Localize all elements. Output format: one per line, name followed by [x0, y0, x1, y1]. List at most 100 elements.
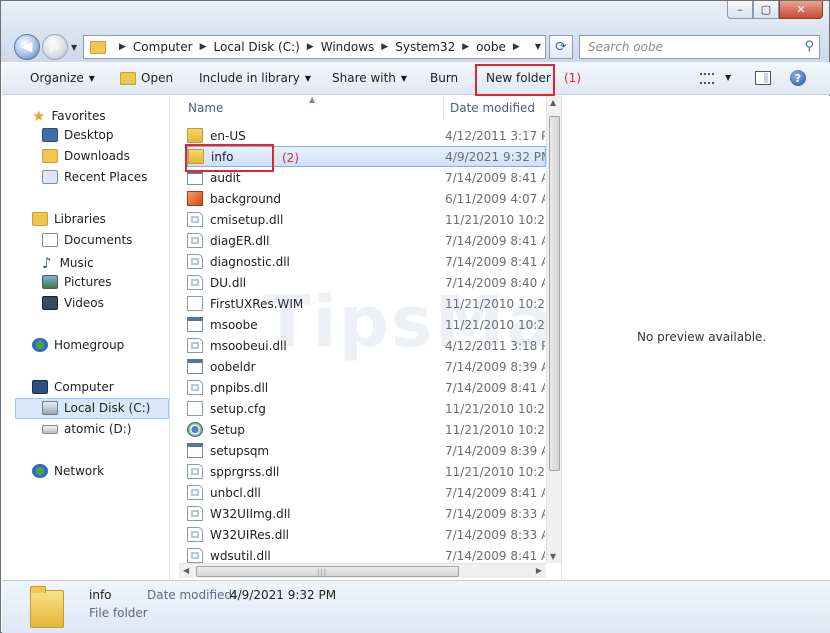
file-row[interactable]: W32UIRes.dll 7/14/2009 8:33 AM — [187, 524, 546, 545]
maximize-button[interactable]: ▢ — [753, 1, 779, 19]
file-row[interactable]: FirstUXRes.WIM 11/21/2010 10:26 — [187, 293, 546, 314]
organize-button[interactable]: Organize ▼ — [30, 71, 95, 85]
file-row[interactable]: cmisetup.dll 11/21/2010 10:24 — [187, 209, 546, 230]
file-name: setup.cfg — [210, 401, 266, 416]
file-date-modified: 11/21/2010 10:24 — [445, 401, 545, 416]
help-icon[interactable]: ? — [790, 70, 806, 86]
scroll-left-icon[interactable]: ◀ — [183, 566, 189, 575]
open-button[interactable]: Open — [120, 71, 173, 85]
nav-item-desktop[interactable]: Desktop — [42, 128, 114, 142]
file-row[interactable]: W32UIImg.dll 7/14/2009 8:33 AM — [187, 503, 546, 524]
file-row[interactable]: en-US 4/12/2011 3:17 PM — [187, 125, 546, 146]
file-row[interactable]: unbcl.dll 7/14/2009 8:41 AM — [187, 482, 546, 503]
column-divider[interactable] — [443, 96, 444, 118]
breadcrumb-separator[interactable]: ▶ — [513, 42, 520, 52]
file-row[interactable]: setupsqm 7/14/2009 8:39 AM — [187, 440, 546, 461]
breadcrumb-separator[interactable]: ▶ — [119, 42, 126, 52]
file-row[interactable]: diagER.dll 7/14/2009 8:41 AM — [187, 230, 546, 251]
nav-label: Downloads — [64, 149, 130, 163]
nav-item-documents[interactable]: Documents — [42, 233, 132, 247]
nav-item-favorites[interactable]: ★ Favorites — [32, 107, 106, 125]
file-name: W32UIRes.dll — [210, 527, 289, 542]
breadcrumb-computer[interactable]: Computer — [133, 40, 193, 54]
file-row[interactable]: Setup 11/21/2010 10:24 — [187, 419, 546, 440]
file-date-modified: 7/14/2009 8:41 AM — [445, 170, 545, 185]
homegroup-icon — [32, 338, 48, 352]
scroll-up-icon[interactable]: ▲ — [550, 98, 556, 107]
nav-item-network[interactable]: Network — [32, 464, 104, 478]
recent-pages-dropdown[interactable]: ▼ — [71, 43, 77, 52]
file-row[interactable]: pnpibs.dll 7/14/2009 8:41 AM — [187, 377, 546, 398]
breadcrumb-separator[interactable]: ▶ — [462, 42, 469, 52]
breadcrumb-oobe[interactable]: oobe — [476, 40, 506, 54]
file-name: diagnostic.dll — [210, 254, 290, 269]
star-icon: ★ — [32, 107, 46, 125]
nav-item-homegroup[interactable]: Homegroup — [32, 338, 124, 352]
nav-item-atomic-drive[interactable]: atomic (D:) — [42, 422, 131, 436]
scroll-right-icon[interactable]: ▶ — [536, 566, 542, 575]
details-pane: info File folder Date modified: 4/9/2021… — [2, 580, 830, 633]
nav-label: Computer — [54, 380, 114, 394]
horizontal-scrollbar[interactable]: ◀ ||| ▶ — [179, 563, 546, 578]
address-bar[interactable]: ▶ Computer ▶ Local Disk (C:) ▶ Windows ▶… — [83, 35, 546, 59]
breadcrumb-separator[interactable]: ▶ — [307, 42, 314, 52]
address-dropdown[interactable]: ▼ — [535, 42, 541, 51]
burn-button[interactable]: Burn — [430, 71, 458, 85]
breadcrumb-local-disk[interactable]: Local Disk (C:) — [214, 40, 300, 54]
column-header-name[interactable]: Name — [188, 101, 223, 115]
dll-icon — [187, 527, 203, 542]
refresh-button[interactable]: ⟳ — [549, 35, 573, 59]
computer-icon — [32, 380, 48, 394]
nav-label: Libraries — [54, 212, 106, 226]
horizontal-scroll-thumb[interactable]: ||| — [196, 566, 459, 577]
nav-item-libraries[interactable]: Libraries — [32, 212, 106, 226]
scroll-down-icon[interactable]: ▼ — [550, 552, 556, 561]
nav-item-music[interactable]: ♪ Music — [42, 254, 94, 272]
breadcrumb-windows[interactable]: Windows — [321, 40, 375, 54]
nav-label: Videos — [64, 296, 104, 310]
column-header-date-modified[interactable]: Date modified — [450, 101, 535, 115]
nav-item-recent-places[interactable]: Recent Places — [42, 170, 147, 184]
nav-item-local-disk[interactable]: Local Disk (C:) — [42, 401, 150, 415]
breadcrumb-system32[interactable]: System32 — [395, 40, 455, 54]
file-row[interactable]: spprgrss.dll 11/21/2010 10:24 — [187, 461, 546, 482]
breadcrumb-separator[interactable]: ▶ — [200, 42, 207, 52]
details-name: info — [89, 588, 112, 602]
file-row[interactable]: setup.cfg 11/21/2010 10:24 — [187, 398, 546, 419]
file-row[interactable]: background 6/11/2009 4:07 AM — [187, 188, 546, 209]
chevron-down-icon[interactable]: ▼ — [725, 73, 731, 82]
file-row[interactable]: msoobeui.dll 4/12/2011 3:18 PM — [187, 335, 546, 356]
back-button[interactable]: ◀ — [14, 34, 40, 60]
sort-ascending-icon: ▲ — [309, 96, 316, 104]
search-icon[interactable]: ⚲ — [804, 39, 814, 54]
chevron-down-icon: ▼ — [88, 73, 95, 83]
include-in-library-button[interactable]: Include in library ▼ — [199, 71, 311, 85]
file-row[interactable]: diagnostic.dll 7/14/2009 8:41 AM — [187, 251, 546, 272]
file-row[interactable]: DU.dll 7/14/2009 8:40 AM — [187, 272, 546, 293]
file-row[interactable]: msoobe 11/21/2010 10:23 — [187, 314, 546, 335]
file-row[interactable]: wdsutil.dll 7/14/2009 8:41 AM — [187, 545, 546, 563]
file-row[interactable]: oobeldr 7/14/2009 8:39 AM — [187, 356, 546, 377]
pictures-icon — [42, 275, 58, 289]
breadcrumb-separator[interactable]: ▶ — [381, 42, 388, 52]
nav-item-pictures[interactable]: Pictures — [42, 275, 112, 289]
nav-item-videos[interactable]: Videos — [42, 296, 104, 310]
nav-item-downloads[interactable]: Downloads — [42, 149, 130, 163]
minimize-button[interactable]: – — [727, 1, 753, 19]
nav-label: Pictures — [64, 275, 112, 289]
file-name: diagER.dll — [210, 233, 270, 248]
close-button[interactable]: ✕ — [779, 1, 823, 19]
change-view-icon[interactable] — [700, 73, 714, 84]
forward-button[interactable]: ▶ — [42, 34, 68, 60]
file-name: msoobe — [210, 317, 258, 332]
nav-label: Music — [59, 256, 94, 270]
share-with-button[interactable]: Share with ▼ — [332, 71, 407, 85]
vertical-scrollbar[interactable]: ▲ ▼ — [546, 96, 561, 563]
annotation-label-2: (2) — [282, 151, 299, 165]
preview-pane-toggle-icon[interactable] — [755, 71, 771, 85]
dll-icon — [187, 380, 203, 395]
nav-label: atomic (D:) — [64, 422, 132, 436]
nav-item-computer[interactable]: Computer — [32, 380, 114, 394]
search-input[interactable]: Search oobe ⚲ — [579, 35, 820, 59]
vertical-scroll-thumb[interactable] — [549, 116, 560, 471]
